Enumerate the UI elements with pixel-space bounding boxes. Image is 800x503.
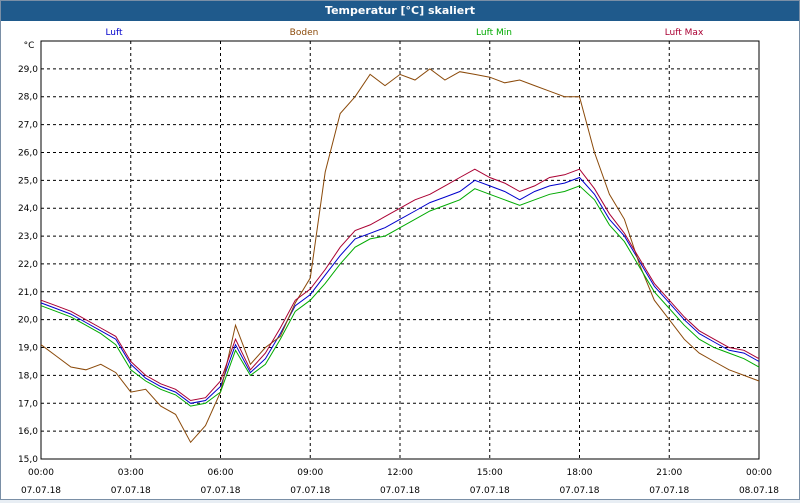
x-tick-time: 06:00 [208,468,234,478]
legend-luft_min: Luft Min [476,28,512,38]
x-tick-time: 18:00 [567,468,593,478]
y-tick-label: 24,0 [18,204,38,214]
legend-boden: Boden [290,28,319,38]
x-tick-time: 21:00 [656,468,682,478]
x-tick-date: 07.07.18 [111,486,151,496]
x-tick-time: 00:00 [28,468,54,478]
x-tick-date: 07.07.18 [649,486,689,496]
x-tick-time: 00:00 [746,468,772,478]
legend-luft: Luft [105,28,123,38]
window-title: Temperatur [°C] skaliert [1,1,799,21]
x-tick-date: 07.07.18 [200,486,240,496]
x-tick-date: 07.07.18 [559,486,599,496]
x-tick-date: 07.07.18 [290,486,330,496]
y-tick-label: 21,0 [18,288,38,298]
y-tick-label: 28,0 [18,93,38,103]
y-tick-label: 23,0 [18,232,38,242]
y-tick-label: 25,0 [18,176,38,186]
y-tick-label: 17,0 [18,399,38,409]
x-tick-date: 07.07.18 [21,486,61,496]
x-tick-date: 07.07.18 [470,486,510,496]
y-tick-label: 26,0 [18,148,38,158]
y-tick-label: 29,0 [18,65,38,75]
temperature-chart: 15,0 16,0 17,0 18,0 19,0 20,0 21,0 22,0 23,0 24,0… [18,28,779,496]
x-tick-date: 08.07.18 [739,486,779,496]
y-tick-label: 16,0 [18,427,38,437]
legend-luft_max: Luft Max [665,28,704,38]
y-tick-label: 22,0 [18,260,38,270]
x-tick-date: 07.07.18 [380,486,420,496]
y-tick-label: 15,0 [18,455,38,465]
y-tick-label: 27,0 [18,121,38,131]
y-axis-label: °C [24,41,35,51]
y-tick-label: 20,0 [18,316,38,326]
y-tick-label: 19,0 [18,344,38,354]
x-tick-time: 15:00 [477,468,503,478]
x-tick-time: 12:00 [387,468,413,478]
chart-area: 15,0 16,0 17,0 18,0 19,0 20,0 21,0 22,0 23,0 24,0… [1,21,799,499]
x-tick-time: 03:00 [118,468,144,478]
x-tick-time: 09:00 [297,468,323,478]
y-tick-label: 18,0 [18,371,38,381]
chart-window: Temperatur [°C] skaliert 15,0 16,0 17,0 18,… [0,0,800,500]
